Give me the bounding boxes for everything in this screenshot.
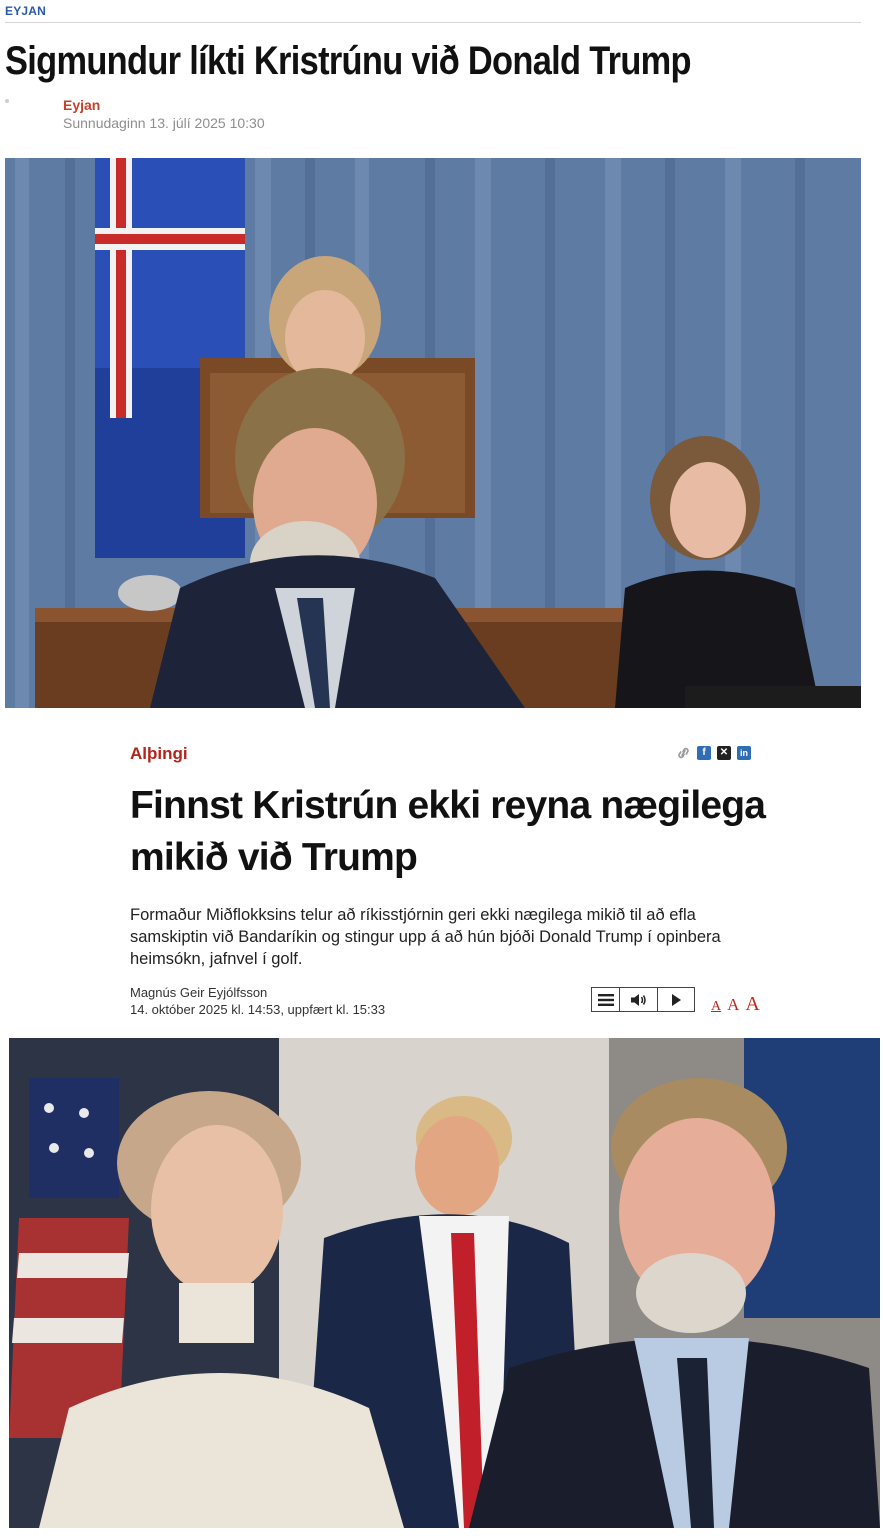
facebook-icon[interactable]: f [697,745,711,760]
section-label[interactable]: EYJAN [5,4,46,18]
share-bar: f ✕ in [676,745,751,760]
menu-icon[interactable] [592,988,620,1011]
linkedin-icon[interactable]: in [737,745,751,760]
article-photo [5,158,861,708]
section-label[interactable]: Alþingi [130,744,188,764]
font-size-controls: A A A [711,993,760,1016]
article-title: Finnst Kristrún ekki reyna nægilega miki… [130,784,766,879]
font-size-small-button[interactable]: A [711,999,721,1015]
article-title: Sigmundur líkti Kristrúnu við Donald Tru… [5,39,692,83]
publish-date: Sunnudaginn 13. júlí 2025 10:30 [63,115,265,131]
author-name[interactable]: Magnús Geir Eyjólfsson [130,985,267,1000]
audio-player [591,987,695,1012]
publish-date: 14. október 2025 kl. 14:53, uppfært kl. … [130,1002,386,1017]
article-photo [9,1038,880,1528]
x-icon[interactable]: ✕ [717,745,731,760]
font-size-medium-button[interactable]: A [727,995,739,1015]
article-lede: Formaður Miðflokksins telur að ríkisstjó… [130,906,721,968]
author-avatar [5,99,9,103]
play-icon[interactable] [658,988,694,1011]
divider [5,22,861,23]
speaker-icon[interactable] [620,988,658,1011]
font-size-large-button[interactable]: A [745,993,759,1016]
author-link[interactable]: Eyjan [63,97,100,113]
link-icon[interactable] [676,745,691,760]
